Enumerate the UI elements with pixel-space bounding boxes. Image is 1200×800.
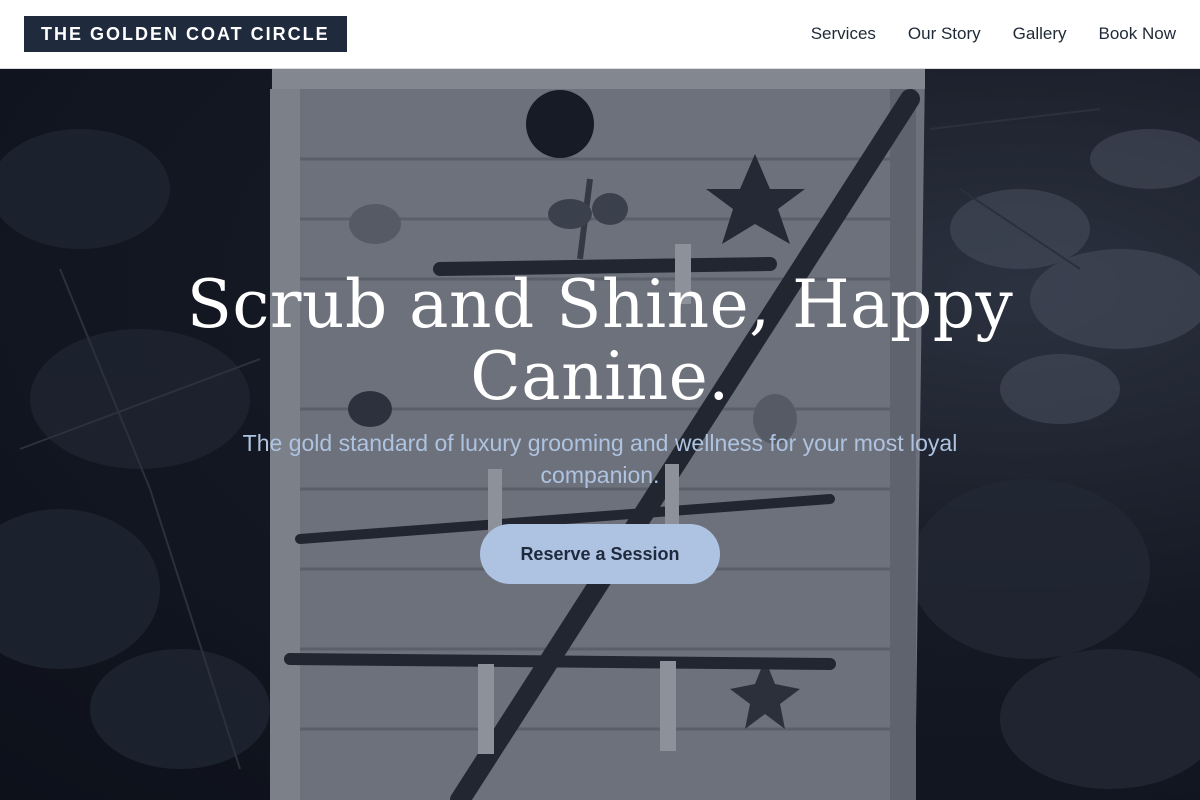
- hero-content: Scrub and Shine, Happy Canine. The gold …: [150, 269, 1050, 584]
- nav-link-book-now[interactable]: Book Now: [1099, 24, 1176, 44]
- nav-link-services[interactable]: Services: [811, 24, 876, 44]
- hero-section: Scrub and Shine, Happy Canine. The gold …: [0, 69, 1200, 800]
- nav-link-gallery[interactable]: Gallery: [1013, 24, 1067, 44]
- brand-logo[interactable]: THE GOLDEN COAT CIRCLE: [24, 16, 347, 52]
- hero-title: Scrub and Shine, Happy Canine.: [186, 266, 1014, 415]
- main-nav: Services Our Story Gallery Book Now: [811, 24, 1176, 44]
- hero-subtitle: The gold standard of luxury grooming and…: [242, 430, 958, 488]
- site-header: THE GOLDEN COAT CIRCLE Services Our Stor…: [0, 0, 1200, 69]
- reserve-session-button[interactable]: Reserve a Session: [480, 524, 720, 584]
- nav-link-our-story[interactable]: Our Story: [908, 24, 981, 44]
